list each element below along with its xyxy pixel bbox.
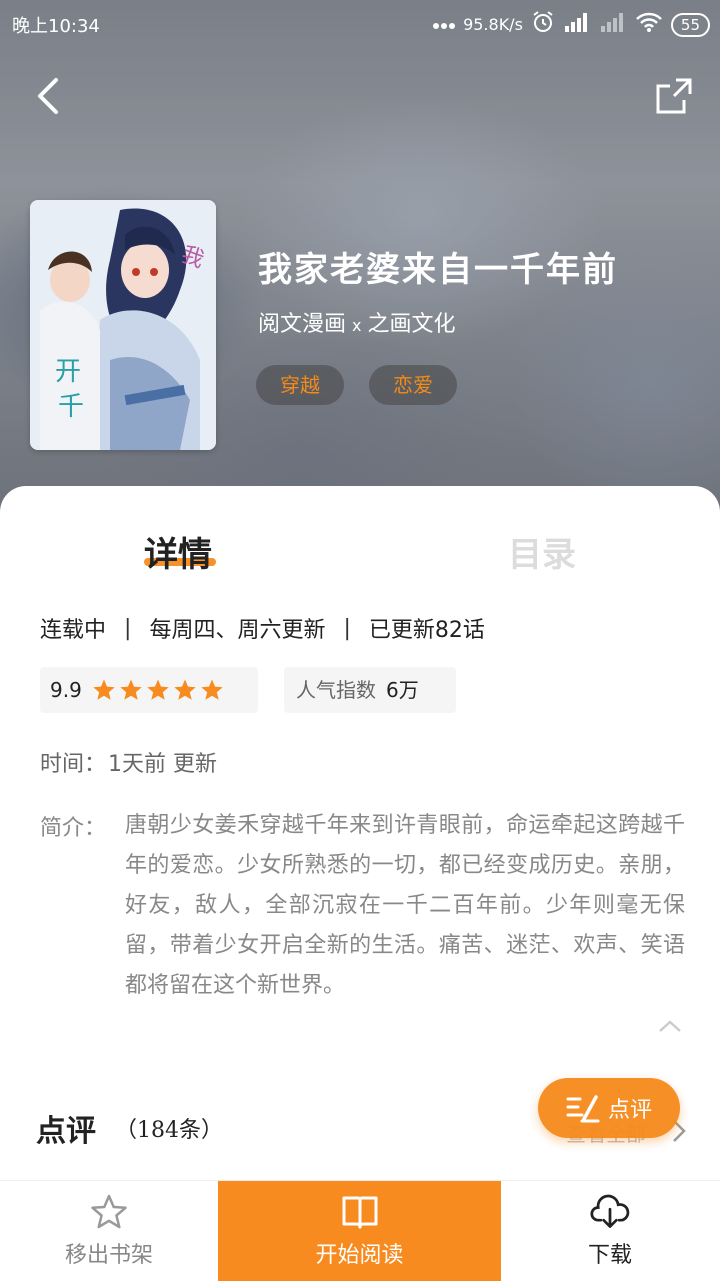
battery-icon: 55 [670,12,710,37]
tab-detail[interactable]: 详情 [144,527,212,576]
divider: | [343,615,351,641]
signal-icon [599,11,627,38]
back-arrow-icon [38,78,58,114]
svg-text:千: 千 [58,392,84,422]
start-reading-button[interactable]: 开始阅读 [218,1181,501,1281]
time-label: 时间： [40,752,107,777]
alarm-icon [531,10,555,39]
cover-illustration: 我 开 千 [30,200,216,450]
remove-from-shelf-label: 移出书架 [64,1243,153,1268]
share-icon [656,78,692,114]
comic-cover[interactable]: 我 开 千 [30,200,216,450]
comic-title: 我家老婆来自一千年前 [258,250,618,290]
star-filled-icon [120,679,142,700]
comic-authors: 阅文漫画 x 之画文化 [258,306,456,338]
bottom-action-bar: 移出书架 开始阅读 下载 [0,1180,720,1281]
star-outline-icon [91,1194,127,1229]
star-filled-icon [201,679,223,700]
share-button[interactable] [654,76,694,116]
popularity-label: 人气指数 [296,678,376,702]
episodes-updated: 已更新82话 [368,618,485,643]
update-schedule: 每周四、周六更新 [149,618,326,643]
write-review-button[interactable]: 点评 [538,1078,680,1138]
remove-from-shelf-button[interactable]: 移出书架 [0,1181,218,1281]
intro-text: 唐朝少女姜禾穿越千年来到许青眼前，命运牵起这跨越千年的爱恋。少女所熟悉的一切，都… [125,813,685,998]
serial-info: 连载中 | 每周四、周六更新 | 已更新82话 [40,612,485,644]
download-label: 下载 [587,1243,632,1268]
chevron-up-icon [659,1020,681,1032]
collapse-intro-button[interactable] [656,1016,684,1036]
signal-hd-icon [563,11,591,38]
update-time: 时间：1天前 更新 [40,746,217,778]
svg-text:开: 开 [55,357,81,387]
author-primary[interactable]: 阅文漫画 [258,312,346,337]
reviews-title: 点评 [36,1114,96,1149]
back-button[interactable] [30,74,70,118]
status-icons: 95.8K/s 55 [433,10,710,39]
network-speed: 95.8K/s [463,15,523,34]
cloud-download-icon [590,1194,630,1228]
rating-score: 9.9 [50,678,82,702]
divider: | [124,615,132,641]
tab-catalog[interactable]: 目录 [508,527,576,576]
popularity-box: 人气指数 6万 [284,667,456,713]
write-review-label: 点评 [607,1098,652,1123]
status-bar: 晚上10:34 95.8K/s 55 [0,0,720,48]
status-time: 晚上10:34 [12,16,100,37]
time-value: 1天前 更新 [108,752,218,777]
rating-stars [92,678,224,702]
dots-icon [433,14,456,35]
serial-status: 连载中 [40,618,107,643]
star-filled-icon [147,679,169,700]
tag-romance[interactable]: 恋爱 [369,365,457,405]
tag-time-travel[interactable]: 穿越 [256,365,344,405]
start-reading-label: 开始阅读 [315,1243,404,1268]
star-filled-icon [174,679,196,700]
popularity-value: 6万 [386,678,419,702]
wifi-icon [635,11,663,38]
author-separator: x [352,316,362,335]
author-secondary[interactable]: 之画文化 [367,312,455,337]
reviews-count: （184条） [115,1118,223,1143]
star-filled-icon [93,679,115,700]
download-button[interactable]: 下载 [501,1181,719,1281]
book-icon [342,1196,377,1229]
write-review-icon [566,1095,600,1123]
rating-box: 9.9 [40,667,258,713]
intro-label: 简介： [40,816,107,841]
